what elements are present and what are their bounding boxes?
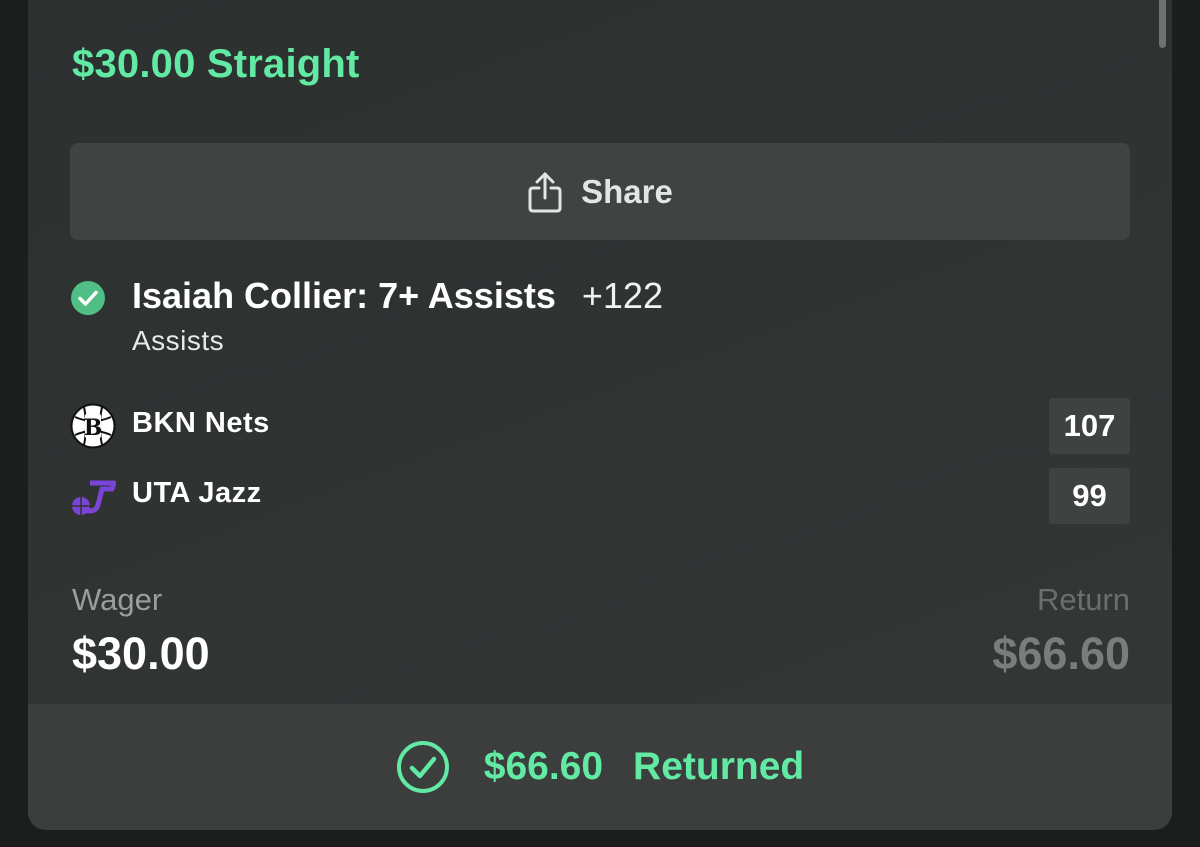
check-circle-outline-icon (396, 741, 449, 793)
team-row-away: UTA Jazz 99 (70, 468, 1130, 524)
selection-name: Isaiah Collier: 7+ Assists (132, 275, 556, 316)
team-score: 99 (1049, 468, 1130, 524)
team-row-home: B BKN Nets 107 (70, 398, 1130, 454)
team-name: BKN Nets (132, 407, 270, 439)
wager-label: Wager (72, 582, 163, 617)
selection-title: Isaiah Collier: 7+ Assists +122 (132, 275, 663, 317)
returned-status: Returned (633, 745, 805, 788)
nets-logo-icon: B (70, 403, 116, 449)
svg-text:B: B (84, 415, 103, 441)
selection-odds: +122 (581, 275, 663, 316)
share-button[interactable]: Share (70, 143, 1130, 240)
return-value: $66.60 (992, 628, 1130, 679)
scrollbar[interactable] (1159, 0, 1166, 48)
returned-amount: $66.60 (483, 745, 604, 788)
check-circle-icon (71, 281, 105, 315)
team-name: UTA Jazz (132, 477, 262, 509)
selection-market: Assists (132, 325, 225, 356)
bet-card: $30.00 Straight Share Isaiah Collier: 7+… (28, 0, 1172, 830)
returned-banner: $66.60 Returned (28, 704, 1172, 830)
jazz-logo-icon (72, 480, 116, 515)
team-score: 107 (1049, 398, 1130, 454)
bet-title: $30.00 Straight (72, 42, 360, 86)
share-icon (528, 172, 562, 212)
return-label: Return (1036, 582, 1130, 617)
share-button-label: Share (581, 172, 673, 210)
wager-value: $30.00 (72, 628, 210, 679)
